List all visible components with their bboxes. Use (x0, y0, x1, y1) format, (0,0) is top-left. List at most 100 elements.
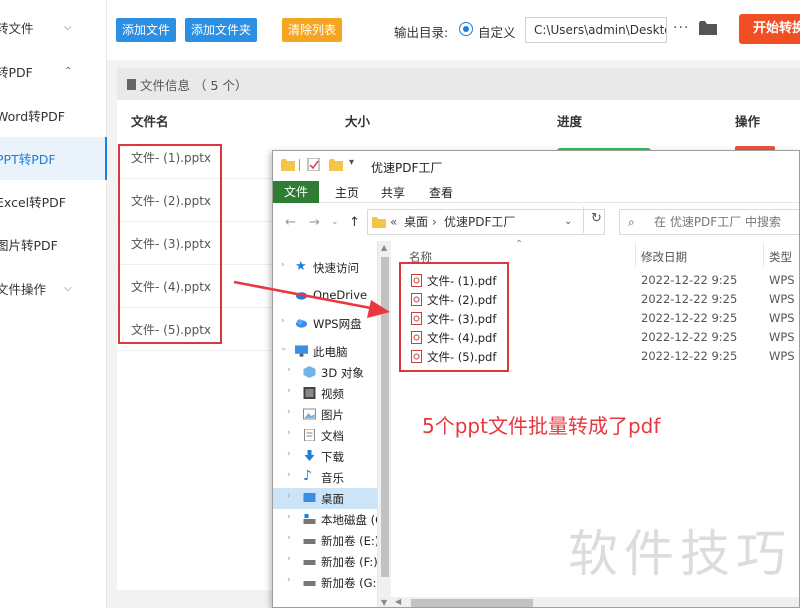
file-type: WPS P (769, 292, 799, 306)
recent-dropdown-icon[interactable]: ⌄ (331, 217, 339, 227)
address-overflow[interactable]: « (390, 210, 397, 234)
scroll-up-icon[interactable]: ▲ (381, 243, 387, 252)
expand-arrow-icon[interactable]: › (287, 407, 291, 417)
output-path-input[interactable]: C:\Users\admin\Deskto (525, 17, 667, 43)
explorer-title: 优速PDF工厂 (371, 161, 443, 175)
expand-arrow-icon[interactable]: › (281, 260, 285, 270)
expand-arrow-icon[interactable]: › (287, 512, 291, 522)
more-options-button[interactable]: ··· (673, 20, 689, 36)
expand-arrow-icon[interactable]: › (281, 288, 285, 298)
ribbon-tab-home[interactable]: 主页 (335, 184, 359, 201)
dropdown-arrow-icon[interactable]: ▾ (349, 157, 363, 170)
add-file-button[interactable]: 添加文件 (116, 18, 177, 42)
back-icon[interactable]: ← (285, 215, 296, 230)
nav-item-downloads[interactable]: › 下载 (273, 446, 377, 467)
nav-item-volume-f[interactable]: › 新加卷 (F:) (273, 551, 378, 572)
file-date: 2022-12-22 9:25 (641, 311, 738, 325)
sidebar-item-convert-pdf[interactable]: 转PDF ⌃ (0, 50, 107, 93)
nav-item-quick-access[interactable]: › ★ 快速访问 (273, 257, 377, 278)
ribbon-tab-view[interactable]: 查看 (429, 184, 453, 201)
expand-arrow-icon[interactable]: › (287, 575, 291, 585)
address-part-desktop[interactable]: 桌面 (404, 210, 428, 234)
nav-label: 文档 (321, 429, 344, 443)
clear-list-button[interactable]: 清除列表 (282, 18, 343, 42)
output-files-highlight (399, 262, 509, 372)
scroll-down-icon[interactable]: ▼ (381, 598, 387, 607)
nav-item-volume-g[interactable]: › 新加卷 (G:) (273, 572, 381, 593)
folder-icon[interactable] (699, 21, 717, 35)
chevron-down-icon[interactable]: ⌄ (564, 210, 572, 234)
scroll-thumb[interactable] (411, 599, 533, 607)
nav-scrollbar[interactable]: ▲ ▼ (377, 241, 391, 607)
nav-label: 下载 (321, 450, 344, 464)
nav-label: 此电脑 (313, 345, 348, 359)
sidebar-item-word-to-pdf[interactable]: Word转PDF (0, 94, 107, 137)
document-icon (127, 78, 136, 90)
file-type: WPS P (769, 273, 799, 287)
ribbon-tab-share[interactable]: 共享 (381, 184, 405, 201)
nav-item-pictures[interactable]: › 图片 (273, 404, 377, 425)
nav-item-onedrive[interactable]: › OneDrive (273, 285, 377, 306)
drive-icon (303, 514, 316, 524)
nav-label: WPS网盘 (313, 317, 362, 331)
column-separator (635, 243, 636, 267)
search-box[interactable]: ⌕ 在 优速PDF工厂 中搜索 (619, 209, 799, 235)
nav-item-this-pc[interactable]: › 此电脑 (273, 341, 377, 362)
properties-icon[interactable] (307, 158, 321, 171)
cloud-icon (295, 319, 308, 328)
document-icon (304, 429, 315, 441)
scroll-left-icon[interactable]: ◀ (395, 597, 401, 606)
nav-label: 3D 对象 (321, 366, 364, 380)
sidebar-item-excel-to-pdf[interactable]: Excel转PDF (0, 180, 107, 223)
sidebar-item-image-to-pdf[interactable]: 图片转PDF (0, 223, 107, 266)
expand-arrow-icon[interactable]: › (281, 316, 285, 326)
nav-item-music[interactable]: › ♪ 音乐 (273, 467, 377, 488)
nav-label: 新加卷 (E:) (321, 534, 380, 548)
sidebar-item-ppt-to-pdf[interactable]: PPT转PDF (0, 137, 107, 180)
column-header-date[interactable]: 修改日期 (641, 249, 687, 265)
sidebar-item-label: PPT转PDF (0, 152, 56, 167)
nav-label: 本地磁盘 (C (321, 513, 384, 527)
expand-arrow-icon[interactable]: › (287, 386, 291, 396)
refresh-icon[interactable]: ↻ (583, 207, 609, 233)
expand-arrow-icon[interactable]: › (287, 491, 291, 501)
sidebar-item-file-ops[interactable]: 文件操作 ⌵ (0, 267, 107, 310)
expand-arrow-icon[interactable]: › (287, 554, 291, 564)
sidebar-item-convert-file[interactable]: 转文件 ⌵ (0, 6, 107, 49)
custom-radio[interactable] (459, 22, 473, 36)
nav-item-wps-drive[interactable]: › WPS网盘 (273, 313, 377, 334)
new-folder-icon[interactable] (329, 158, 343, 171)
address-bar[interactable]: « 桌面 › 优速PDF工厂 ⌄ (367, 209, 605, 235)
video-icon (303, 387, 316, 399)
nav-item-documents[interactable]: › 文档 (273, 425, 377, 446)
up-icon[interactable]: ↑ (349, 215, 360, 230)
address-part-folder[interactable]: 优速PDF工厂 (444, 210, 515, 234)
nav-item-3d-objects[interactable]: › 3D 对象 (273, 362, 377, 383)
start-convert-button[interactable]: 开始转换 (739, 14, 800, 44)
computer-icon (295, 345, 308, 357)
scroll-thumb[interactable] (381, 257, 389, 577)
horizontal-scrollbar[interactable]: ◀ (391, 597, 799, 607)
star-icon: ★ (295, 259, 307, 274)
drive-icon (303, 581, 316, 586)
add-folder-button[interactable]: 添加文件夹 (185, 18, 258, 42)
forward-icon[interactable]: → (309, 215, 320, 230)
ribbon-tab-file[interactable]: 文件 (273, 181, 319, 203)
address-row: ← → ⌄ ↑ « 桌面 › 优速PDF工厂 ⌄ ↻ ⌕ 在 优速PDF工厂 中… (273, 207, 799, 239)
expand-arrow-icon[interactable]: › (287, 533, 291, 543)
nav-item-local-disk-c[interactable]: › 本地磁盘 (C (273, 509, 383, 530)
expand-arrow-icon[interactable]: › (287, 449, 291, 459)
nav-item-videos[interactable]: › 视频 (273, 383, 377, 404)
nav-item-volume-e[interactable]: › 新加卷 (E:) (273, 530, 380, 551)
annotation-text: 5个ppt文件批量转成了pdf (422, 414, 661, 438)
column-header-type[interactable]: 类型 (769, 249, 792, 265)
column-name: 文件名 (131, 114, 169, 129)
separator (299, 159, 300, 171)
expand-arrow-icon[interactable]: › (287, 365, 291, 375)
nav-item-desktop[interactable]: › 桌面 (273, 488, 377, 509)
file-info-title: 文件信息 （ 5 个） (140, 77, 248, 93)
expand-arrow-icon[interactable]: › (287, 428, 291, 438)
expand-arrow-icon[interactable]: › (278, 347, 288, 351)
expand-arrow-icon[interactable]: › (287, 470, 291, 480)
search-placeholder: 在 优速PDF工厂 中搜索 (654, 215, 782, 229)
